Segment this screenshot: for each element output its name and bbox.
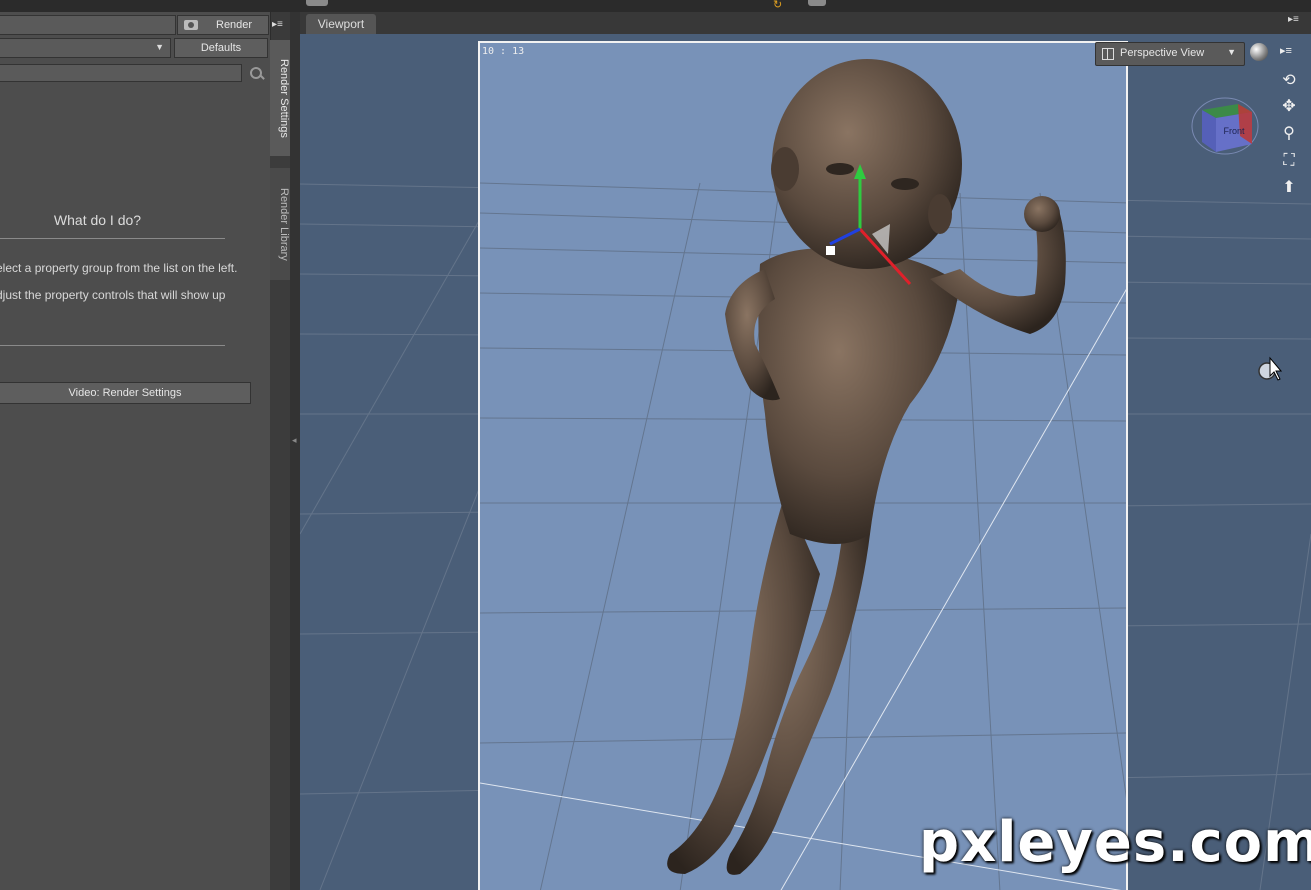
undo-icon[interactable]: ↻ [773,0,782,11]
chevron-down-icon: ▼ [1227,47,1236,57]
property-group-dropdown[interactable]: ▼ [0,38,171,58]
divider [0,238,225,239]
collapse-arrow-icon[interactable]: ◂ [292,435,298,465]
view-select-label: Perspective View [1120,47,1205,59]
tab-render-library[interactable]: Render Library [270,168,291,280]
chevron-down-icon: ▼ [155,42,164,52]
help-text-line: Select a property group from the list on… [0,261,238,275]
zoom-icon[interactable]: ⚲ [1278,123,1300,145]
tab-render-settings[interactable]: Render Settings [270,40,291,156]
viewport-menu-icon[interactable]: ▸≡ [1288,14,1299,25]
render-button[interactable]: Render [177,15,269,35]
frame-icon[interactable]: ⛶ [1278,150,1300,172]
view-layout-icon [1102,48,1114,60]
render-preset-field[interactable] [0,15,176,35]
watermark-text: pxleyes.com [919,810,1311,875]
help-title: What do I do? [53,212,142,228]
tab-viewport[interactable]: Viewport [306,14,376,34]
pan-icon[interactable]: ✥ [1278,96,1300,118]
camera-icon [184,20,198,30]
orbit-icon[interactable]: ⟲ [1278,70,1300,92]
help-text-line: Adjust the property controls that will s… [0,288,226,302]
side-tab-strip: Render Settings Render Library [270,40,292,890]
viewport-tab-bar [300,12,1311,34]
pointer-cursor-icon [1258,356,1282,381]
view-select[interactable]: Perspective View ▼ [1095,42,1245,66]
home-icon[interactable]: ⬆ [1278,177,1300,199]
fps-readout: 10 : 13 [482,46,525,57]
draw-style-icon[interactable] [1250,43,1268,61]
view-cube[interactable]: Front [1190,92,1260,156]
video-render-settings-button[interactable]: Video: Render Settings [0,382,251,404]
search-icon[interactable] [249,66,265,82]
defaults-button[interactable]: Defaults [174,38,268,58]
render-button-label: Render [216,19,253,31]
viewport-options-icon[interactable]: ▸≡ [1280,44,1292,57]
viewport-canvas[interactable]: 10 : 13 Perspective View ▼ ▸≡ Front ⟲ ✥ … [300,34,1311,890]
toolbar-button[interactable] [808,0,826,6]
view-cube-face-label: Front [1223,126,1245,136]
pane-menu-icon[interactable] [272,14,288,30]
render-settings-pane: Render ▼ Defaults What do I do? Select a… [0,12,271,890]
search-input[interactable] [0,64,242,82]
divider [0,345,225,346]
human-figure[interactable] [590,54,1150,890]
toolbar-button[interactable] [306,0,328,6]
top-toolbar: ↻ [0,0,1311,12]
